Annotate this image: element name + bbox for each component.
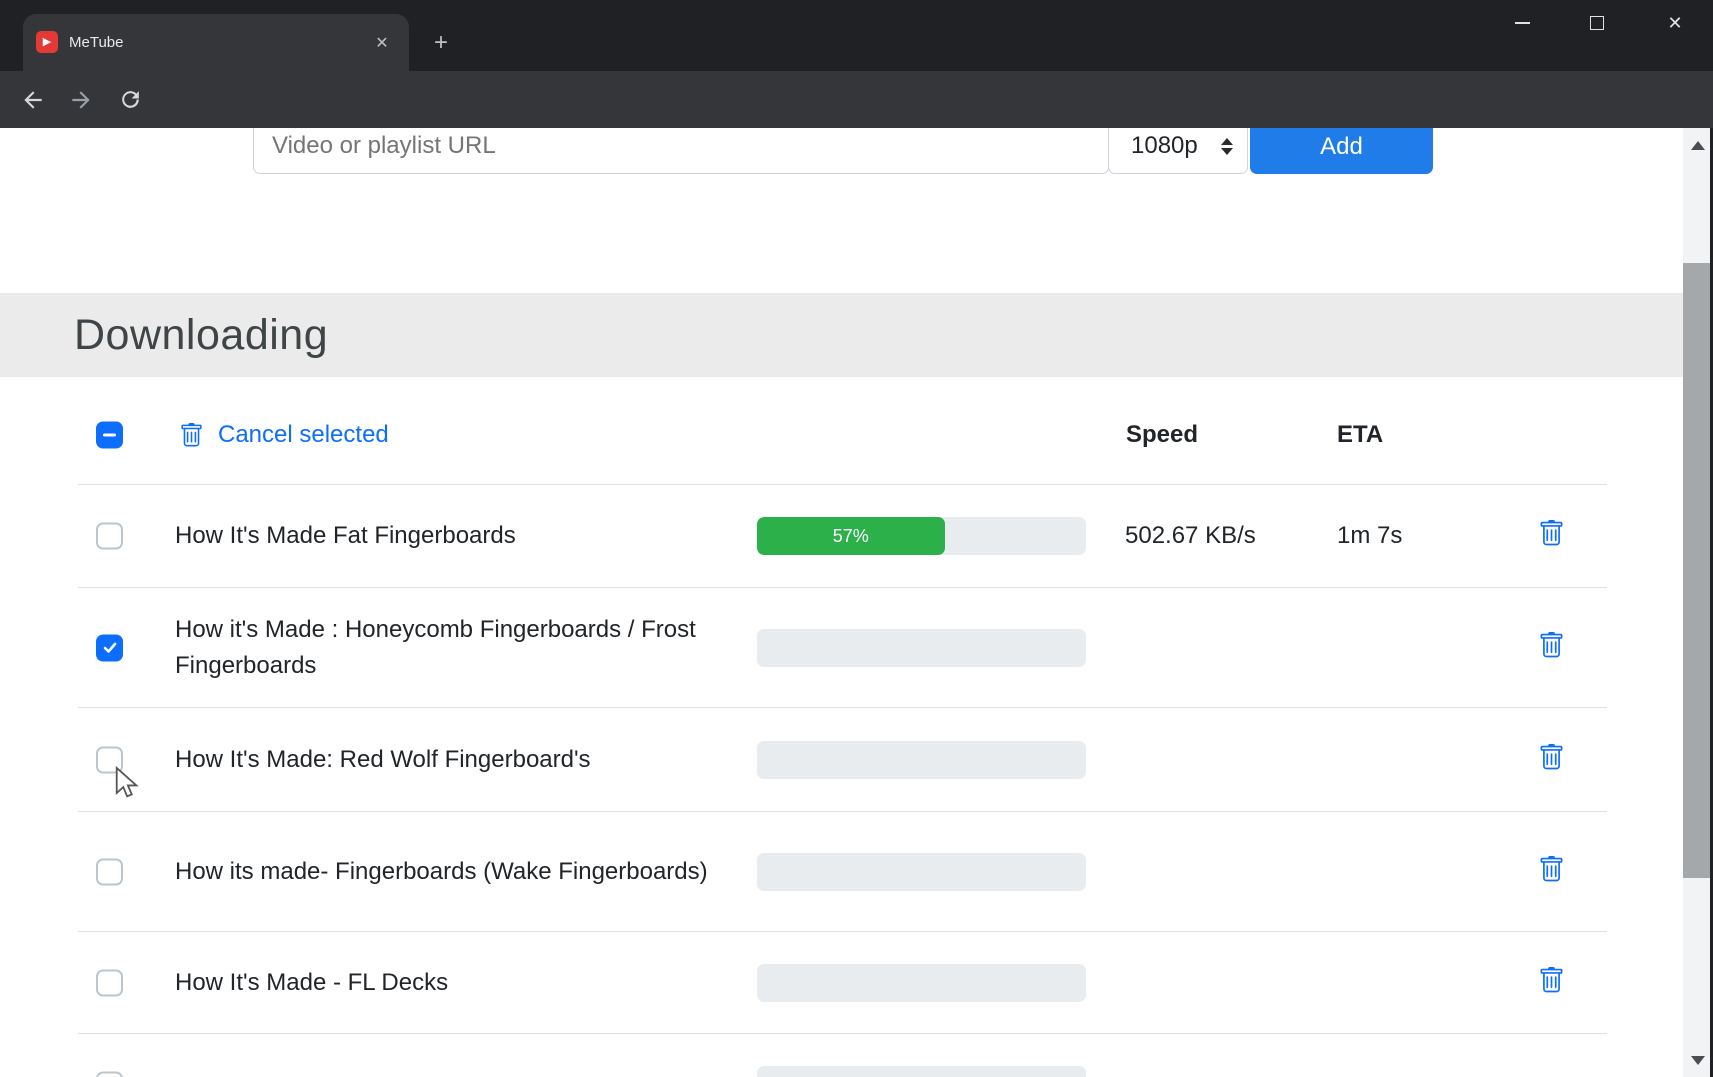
progress-bar [757,964,1086,1002]
download-title: How it's Made : Honeycomb Fingerboards /… [175,612,715,684]
download-row [78,1033,1607,1077]
download-title: How It's Made - FL Decks [175,965,448,1001]
browser-toolbar: localhost:8081 Incognito [0,71,1713,128]
progress-bar [757,629,1086,667]
row-checkbox[interactable] [96,858,123,885]
reload-icon[interactable] [110,71,150,128]
delete-download-button[interactable] [1538,631,1565,665]
forward-icon[interactable] [61,71,101,128]
download-title: How its made- Fingerboards (Wake Fingerb… [175,854,708,890]
delete-download-button[interactable] [1538,966,1565,1000]
scroll-up-icon[interactable] [1683,130,1713,160]
new-tab-button[interactable]: + [426,28,456,58]
progress-bar: 57% [757,517,1086,555]
back-icon[interactable] [13,71,53,128]
video-url-input[interactable]: Video or playlist URL [253,128,1109,174]
delete-download-button[interactable] [1538,743,1565,777]
row-checkbox[interactable] [96,523,123,550]
progress-bar [757,1066,1086,1077]
scrollbar-thumb[interactable] [1683,263,1713,878]
tab-title: MeTube [69,34,123,51]
download-row: How its made- Fingerboards (Wake Fingerb… [78,811,1607,931]
download-speed: 502.67 KB/s [1125,522,1256,550]
page-scrollbar[interactable] [1683,128,1713,1077]
progress-bar [757,741,1086,779]
download-row: How It's Made: Red Wolf Fingerboard's [78,707,1607,811]
downloading-section-header: Downloading [0,293,1713,377]
video-url-placeholder: Video or playlist URL [254,132,496,173]
window-close-button[interactable]: ✕ [1652,8,1698,38]
row-checkbox[interactable] [96,969,123,996]
column-header-eta: ETA [1337,421,1383,449]
download-eta: 1m 7s [1337,522,1402,550]
browser-tab-metube[interactable]: ▶ MeTube ✕ [23,14,409,71]
select-caret-icon [1221,138,1233,155]
download-title: How It's Made Fat Fingerboards [175,518,516,554]
progress-fill: 57% [757,517,945,555]
select-all-checkbox[interactable] [96,422,123,449]
delete-download-button[interactable] [1538,855,1565,889]
cancel-selected-label: Cancel selected [218,421,389,449]
download-row: How it's Made : Honeycomb Fingerboards /… [78,587,1607,707]
quality-select[interactable]: 1080p [1108,128,1248,174]
metube-page: Video or playlist URL 1080p Add Download… [0,128,1713,1077]
mouse-cursor [114,766,140,802]
tab-close-icon[interactable]: ✕ [369,30,395,56]
scroll-down-icon[interactable] [1683,1045,1713,1075]
progress-bar [757,853,1086,891]
quality-value: 1080p [1109,132,1198,173]
progress-label: 57% [833,526,869,547]
window-maximize-button[interactable] [1574,8,1620,38]
row-checkbox[interactable] [96,634,123,661]
metube-favicon-icon: ▶ [36,31,58,53]
trash-icon [179,422,204,449]
row-checkbox[interactable] [96,1072,123,1077]
download-row: How It's Made - FL Decks [78,931,1607,1033]
column-header-speed: Speed [1126,421,1198,449]
download-title: How It's Made: Red Wolf Fingerboard's [175,742,591,778]
download-row: How It's Made Fat Fingerboards 57% 502.67 … [78,484,1607,587]
section-title: Downloading [0,311,328,360]
window-minimize-button[interactable] [1499,8,1545,38]
add-button[interactable]: Add [1250,128,1433,174]
browser-tab-bar: ▶ MeTube ✕ + ✕ [0,0,1713,71]
delete-download-button[interactable] [1538,519,1565,553]
cancel-selected-button[interactable]: Cancel selected [179,421,389,449]
